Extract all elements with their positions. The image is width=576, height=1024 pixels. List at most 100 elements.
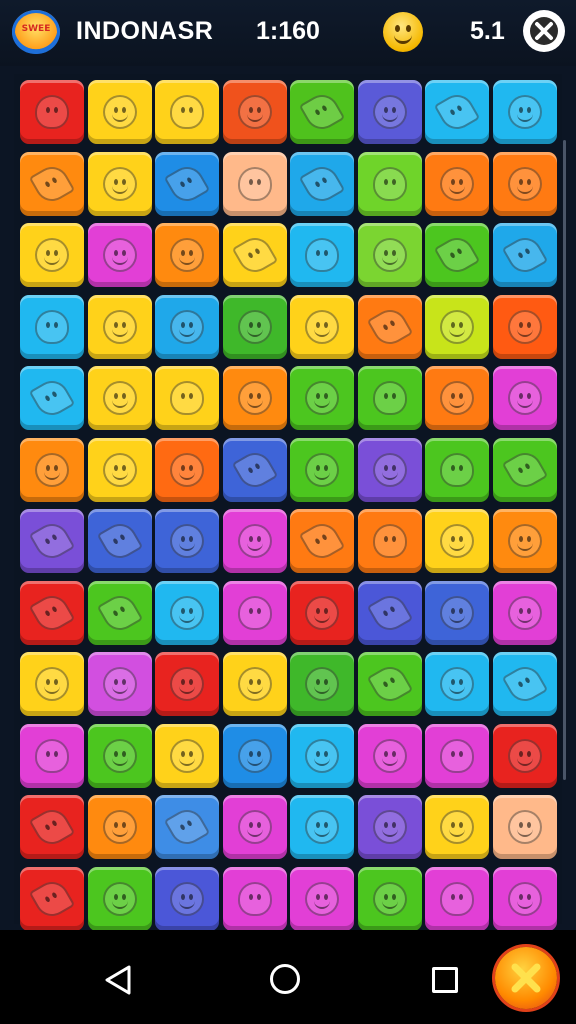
- tile-face[interactable]: [357, 223, 422, 287]
- tile-face[interactable]: [222, 366, 287, 430]
- scrollbar[interactable]: [563, 140, 566, 780]
- tile-face[interactable]: [87, 437, 152, 502]
- tile-fruit[interactable]: [20, 80, 84, 144]
- tile-face[interactable]: [492, 866, 557, 931]
- recent-apps-icon[interactable]: [432, 967, 458, 993]
- tile-fruit[interactable]: [222, 580, 287, 645]
- tile-leaf[interactable]: [20, 795, 84, 859]
- tile-face[interactable]: [222, 723, 287, 788]
- tile-leaf[interactable]: [222, 437, 287, 502]
- tile-fruit[interactable]: [222, 866, 287, 931]
- tile-face[interactable]: [492, 151, 557, 216]
- tile-face[interactable]: [290, 723, 354, 788]
- tile-face[interactable]: [357, 795, 422, 859]
- tile-leaf[interactable]: [87, 580, 152, 645]
- tile-fruit[interactable]: [155, 366, 219, 430]
- tile-leaf[interactable]: [20, 366, 84, 430]
- tile-face[interactable]: [290, 580, 354, 645]
- tile-face[interactable]: [155, 294, 219, 359]
- tile-face[interactable]: [155, 509, 219, 573]
- tile-leaf[interactable]: [290, 80, 354, 144]
- tile-fruit[interactable]: [20, 294, 84, 359]
- tile-fruit[interactable]: [290, 223, 354, 287]
- tile-face[interactable]: [222, 795, 287, 859]
- tile-leaf[interactable]: [20, 509, 84, 573]
- tile-fruit[interactable]: [222, 151, 287, 216]
- tile-face[interactable]: [87, 80, 152, 144]
- tile-face[interactable]: [155, 723, 219, 788]
- tile-face[interactable]: [20, 652, 84, 716]
- tile-leaf[interactable]: [357, 580, 422, 645]
- tile-face[interactable]: [492, 723, 557, 788]
- tile-leaf[interactable]: [290, 509, 354, 573]
- tile-leaf[interactable]: [155, 795, 219, 859]
- tile-face[interactable]: [290, 294, 354, 359]
- tile-face[interactable]: [222, 80, 287, 144]
- tile-face[interactable]: [425, 366, 489, 430]
- tile-face[interactable]: [425, 580, 489, 645]
- tile-leaf[interactable]: [290, 151, 354, 216]
- tile-leaf[interactable]: [155, 151, 219, 216]
- tile-face[interactable]: [357, 866, 422, 931]
- tile-leaf[interactable]: [87, 509, 152, 573]
- tile-leaf[interactable]: [492, 652, 557, 716]
- tile-face[interactable]: [20, 223, 84, 287]
- tile-fruit[interactable]: [357, 151, 422, 216]
- tile-face[interactable]: [357, 80, 422, 144]
- tile-fruit[interactable]: [357, 509, 422, 573]
- tile-leaf[interactable]: [492, 223, 557, 287]
- tile-face[interactable]: [425, 294, 489, 359]
- tile-fruit[interactable]: [425, 437, 489, 502]
- tile-face[interactable]: [492, 366, 557, 430]
- tile-face[interactable]: [20, 437, 84, 502]
- tile-face[interactable]: [492, 795, 557, 859]
- tile-face[interactable]: [155, 652, 219, 716]
- tile-face[interactable]: [155, 866, 219, 931]
- tile-face[interactable]: [425, 509, 489, 573]
- tile-fruit[interactable]: [155, 80, 219, 144]
- tile-face[interactable]: [222, 294, 287, 359]
- tile-fruit[interactable]: [357, 366, 422, 430]
- tile-face[interactable]: [155, 437, 219, 502]
- tile-face[interactable]: [290, 652, 354, 716]
- tile-face[interactable]: [155, 223, 219, 287]
- tile-face[interactable]: [87, 723, 152, 788]
- back-triangle-icon[interactable]: [103, 964, 133, 996]
- tile-leaf[interactable]: [222, 223, 287, 287]
- tile-face[interactable]: [87, 366, 152, 430]
- tile-face[interactable]: [290, 795, 354, 859]
- tile-leaf[interactable]: [20, 151, 84, 216]
- tile-fruit[interactable]: [425, 723, 489, 788]
- tile-face[interactable]: [222, 652, 287, 716]
- tile-face[interactable]: [425, 151, 489, 216]
- tile-leaf[interactable]: [357, 294, 422, 359]
- tile-leaf[interactable]: [425, 223, 489, 287]
- tile-face[interactable]: [425, 795, 489, 859]
- tile-leaf[interactable]: [425, 80, 489, 144]
- tile-leaf[interactable]: [357, 652, 422, 716]
- close-button[interactable]: [523, 10, 565, 52]
- tile-face[interactable]: [155, 580, 219, 645]
- tile-face[interactable]: [492, 580, 557, 645]
- home-circle-icon[interactable]: [270, 964, 300, 994]
- tile-leaf[interactable]: [20, 580, 84, 645]
- tile-face[interactable]: [492, 294, 557, 359]
- tile-fruit[interactable]: [425, 866, 489, 931]
- tile-face[interactable]: [87, 866, 152, 931]
- tile-face[interactable]: [492, 80, 557, 144]
- tile-face[interactable]: [425, 652, 489, 716]
- tile-leaf[interactable]: [20, 866, 84, 931]
- action-x-button[interactable]: [495, 947, 557, 1009]
- tile-leaf[interactable]: [492, 437, 557, 502]
- tile-face[interactable]: [87, 223, 152, 287]
- tile-face[interactable]: [357, 437, 422, 502]
- tile-face[interactable]: [290, 437, 354, 502]
- tile-face[interactable]: [290, 366, 354, 430]
- tile-fruit[interactable]: [20, 723, 84, 788]
- tile-face[interactable]: [222, 509, 287, 573]
- tile-face[interactable]: [87, 652, 152, 716]
- tile-face[interactable]: [290, 866, 354, 931]
- tile-face[interactable]: [87, 795, 152, 859]
- tile-face[interactable]: [492, 509, 557, 573]
- tile-face[interactable]: [357, 723, 422, 788]
